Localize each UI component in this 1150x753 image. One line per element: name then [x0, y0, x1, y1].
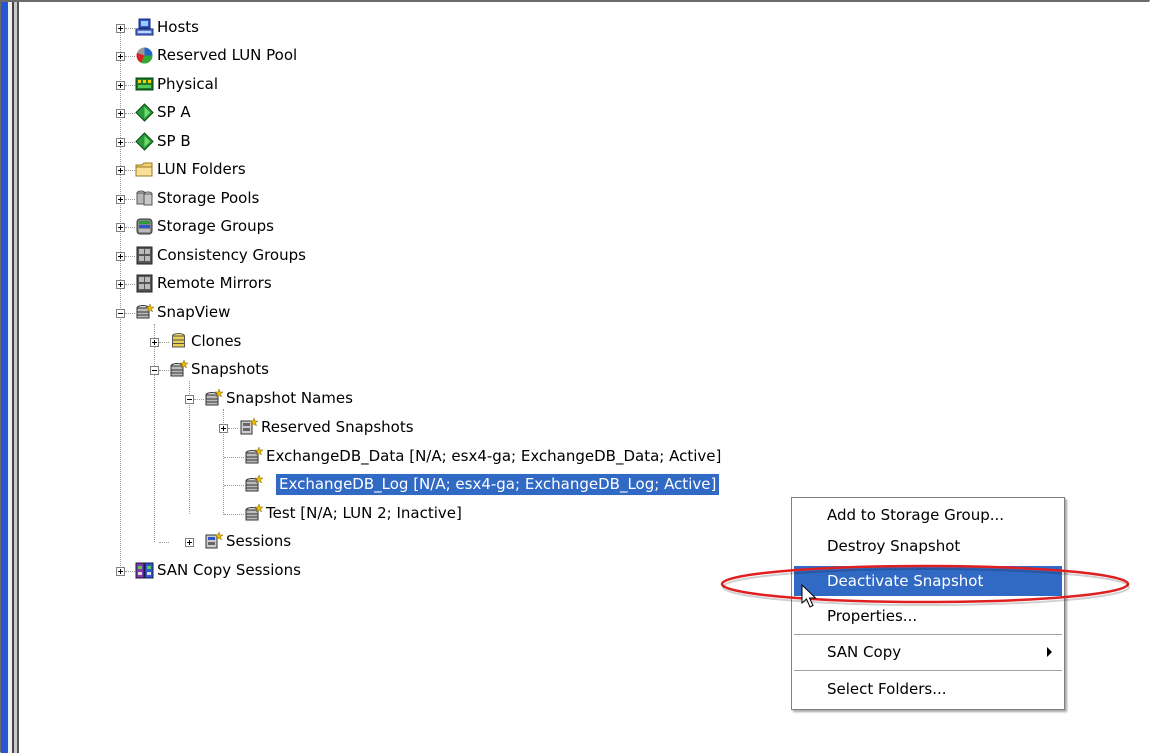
menu-item-destroy-snapshot[interactable]: Destroy Snapshot	[794, 531, 1062, 561]
tree-item-lun-folders[interactable]: LUN Folders	[154, 159, 249, 180]
snapshot-names-icon	[205, 389, 223, 406]
menu-separator	[794, 670, 1062, 671]
tree-item-snapshot-names[interactable]: Snapshot Names	[223, 388, 356, 409]
expand-toggle[interactable]	[116, 280, 125, 289]
san-copy-sessions-icon	[135, 562, 154, 579]
expand-toggle[interactable]	[150, 338, 159, 347]
snapview-icon	[136, 303, 154, 319]
remote-mirrors-icon	[136, 274, 153, 293]
submenu-arrow-icon	[1047, 647, 1052, 657]
sessions-icon	[205, 532, 223, 549]
menu-item-select-folders[interactable]: Select Folders...	[794, 674, 1062, 704]
reserved-snapshots-icon	[240, 418, 258, 435]
collapse-toggle[interactable]	[150, 366, 159, 375]
tree-connector	[125, 56, 135, 57]
tree-item-snapshots[interactable]: Snapshots	[188, 359, 272, 380]
tree-connector	[125, 284, 135, 285]
tree-item-remote-mirrors[interactable]: Remote Mirrors	[154, 273, 275, 294]
tree-connector	[125, 199, 135, 200]
consistency-groups-icon	[136, 246, 153, 265]
tree-connector	[125, 142, 135, 143]
expand-toggle[interactable]	[116, 138, 125, 147]
tree-item-san-copy-sessions[interactable]: SAN Copy Sessions	[154, 560, 304, 581]
menu-item-add-to-storage-group[interactable]: Add to Storage Group...	[794, 500, 1062, 530]
expand-toggle[interactable]	[116, 109, 125, 118]
expand-toggle[interactable]	[116, 166, 125, 175]
tree-connector	[125, 227, 135, 228]
tree-item-exchangedb-log[interactable]: ExchangeDB_Log [N/A; esx4-ga; ExchangeDB…	[274, 473, 721, 496]
tree-item-storage-groups[interactable]: Storage Groups	[154, 216, 277, 237]
tree-item-hosts[interactable]: Hosts	[154, 17, 202, 38]
expand-toggle[interactable]	[116, 223, 125, 232]
expand-toggle[interactable]	[219, 424, 228, 433]
snapshot-icon	[245, 447, 263, 464]
snapshot-icon	[245, 504, 263, 521]
expand-toggle[interactable]	[116, 195, 125, 204]
tree-connector	[125, 28, 135, 29]
expand-toggle[interactable]	[116, 52, 125, 61]
tree-item-sp-b[interactable]: SP B	[154, 131, 194, 152]
tree-item-clones[interactable]: Clones	[188, 331, 244, 352]
tree-connector	[194, 399, 204, 400]
reserved-lun-pool-icon	[136, 47, 153, 64]
tree-connector	[125, 113, 135, 114]
tree-item-storage-pools[interactable]: Storage Pools	[154, 188, 262, 209]
tree-connector	[154, 324, 155, 542]
tree-connector	[224, 485, 244, 486]
tree-item-test[interactable]: Test [N/A; LUN 2; Inactive]	[263, 503, 465, 524]
tree-item-reserved-lun-pool[interactable]: Reserved LUN Pool	[154, 45, 300, 66]
tree-connector	[125, 313, 135, 314]
tree-connector	[125, 256, 135, 257]
mouse-cursor-icon	[801, 584, 817, 608]
collapse-toggle[interactable]	[185, 395, 194, 404]
menu-item-san-copy[interactable]: SAN Copy	[794, 637, 1062, 667]
tree-connector	[224, 457, 244, 458]
expand-toggle[interactable]	[116, 81, 125, 90]
tree-connector	[224, 514, 244, 515]
tree-connector	[125, 85, 135, 86]
menu-item-san-copy-label: SAN Copy	[827, 643, 902, 661]
snapshots-icon	[170, 360, 188, 377]
snapshot-icon	[245, 475, 263, 492]
tree-connector	[228, 428, 238, 429]
context-menu: Add to Storage Group... Destroy Snapshot…	[791, 497, 1065, 710]
tree-item-sessions[interactable]: Sessions	[223, 531, 294, 552]
tree-connector	[125, 170, 135, 171]
storage-groups-icon	[136, 218, 153, 235]
clones-icon	[172, 333, 185, 348]
menu-item-properties[interactable]: Properties...	[794, 601, 1062, 631]
tree-item-physical[interactable]: Physical	[154, 74, 221, 95]
tree-item-consistency-groups[interactable]: Consistency Groups	[154, 245, 309, 266]
tree-connector	[125, 571, 135, 572]
storage-pools-icon	[136, 190, 153, 206]
expand-toggle[interactable]	[185, 538, 194, 547]
tree-connector	[159, 542, 169, 543]
expand-toggle[interactable]	[116, 252, 125, 261]
tree-connector	[159, 342, 169, 343]
physical-icon	[135, 77, 154, 91]
tree-item-snapview[interactable]: SnapView	[154, 302, 233, 323]
folder-icon	[135, 162, 153, 177]
sp-icon	[135, 103, 154, 122]
tree-item-reserved-snapshots[interactable]: Reserved Snapshots	[258, 417, 417, 438]
menu-separator	[794, 634, 1062, 635]
tree-item-sp-a[interactable]: SP A	[154, 102, 194, 123]
tree-connector	[159, 370, 169, 371]
collapse-toggle[interactable]	[116, 309, 125, 318]
expand-toggle[interactable]	[116, 567, 125, 576]
menu-item-deactivate-snapshot[interactable]: Deactivate Snapshot	[794, 566, 1062, 596]
sp-icon	[135, 132, 154, 151]
tree-item-exchangedb-data[interactable]: ExchangeDB_Data [N/A; esx4-ga; ExchangeD…	[263, 446, 724, 467]
expand-toggle[interactable]	[116, 24, 125, 33]
hosts-icon	[135, 18, 154, 36]
